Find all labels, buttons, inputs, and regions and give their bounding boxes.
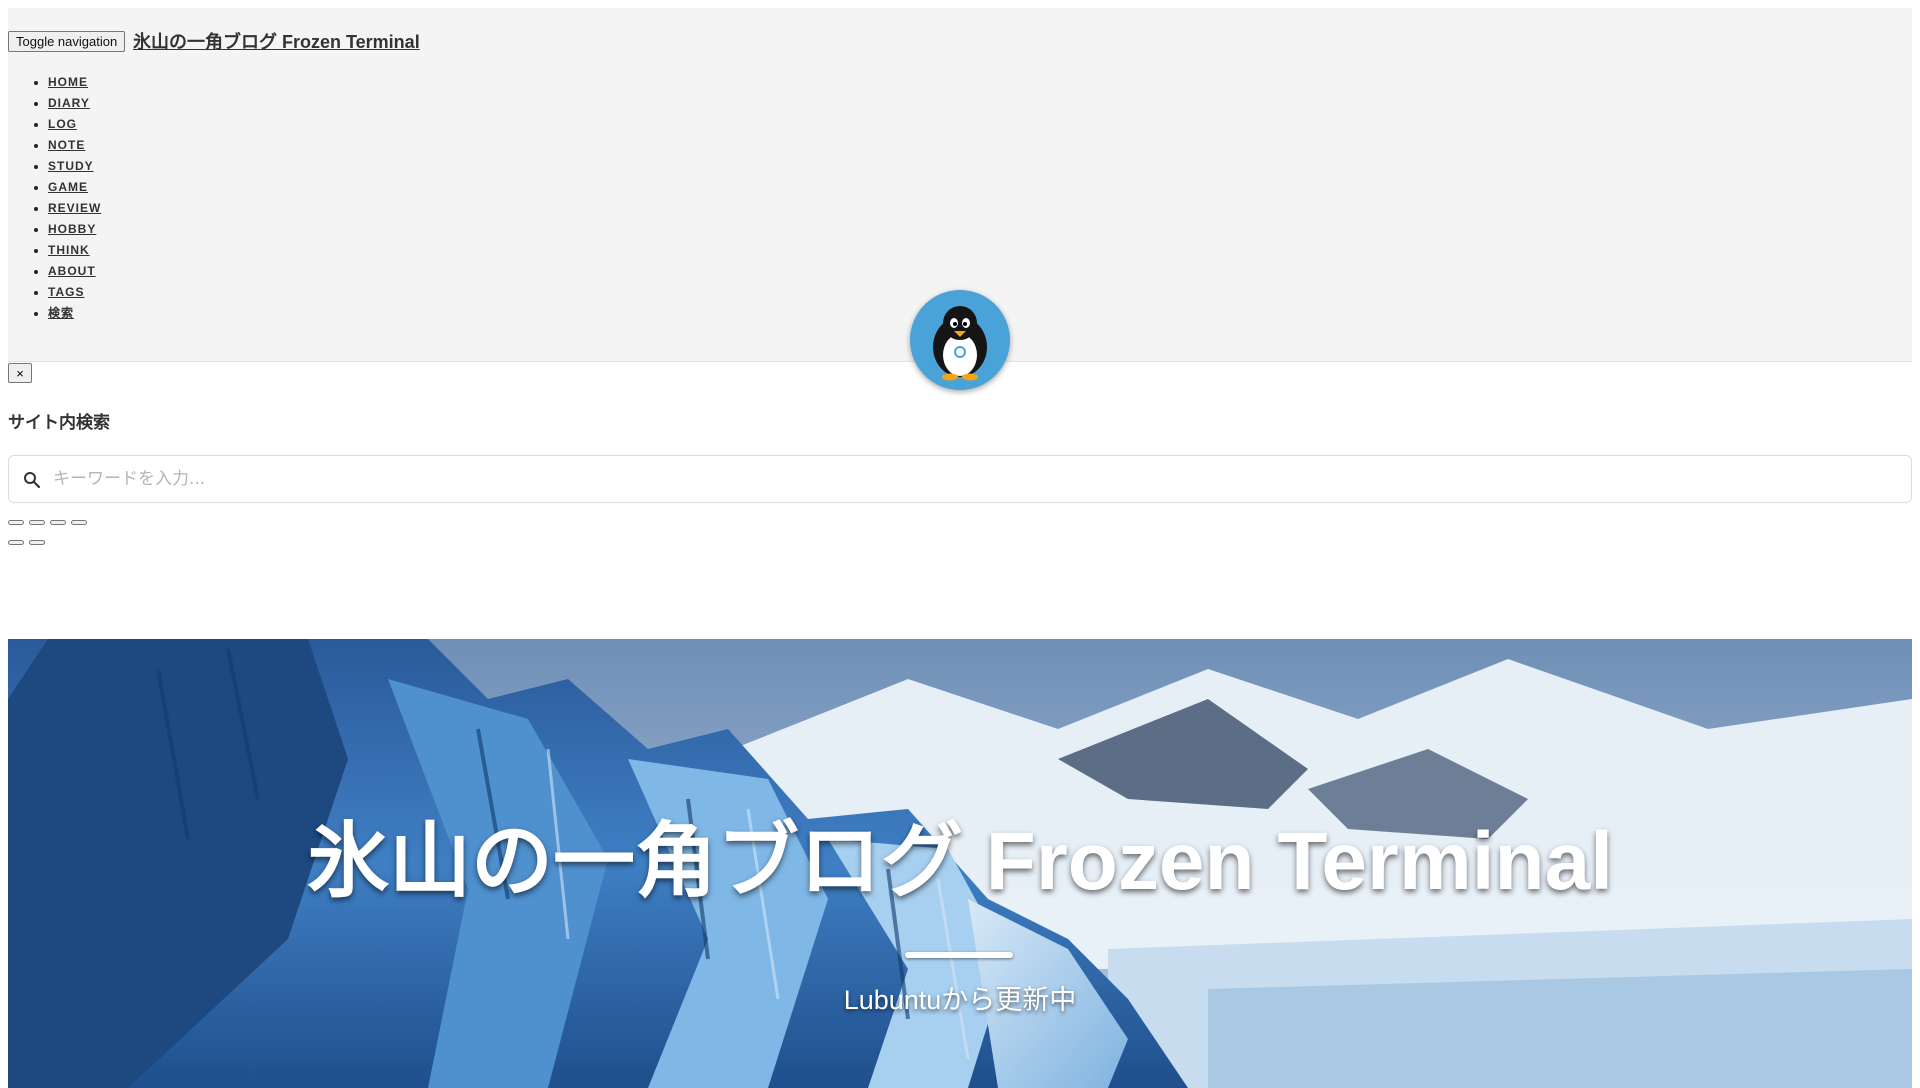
brand-link[interactable]: 氷山の一角ブログ Frozen Terminal (133, 28, 420, 54)
nav-link-think[interactable]: THINK (48, 243, 90, 257)
nav-item-search: 検索 (48, 303, 101, 324)
nav-item-note: NOTE (48, 135, 101, 156)
hero-divider (905, 952, 1013, 958)
toggle-navigation-button[interactable]: Toggle navigation (8, 31, 126, 52)
control-row-1 (8, 520, 87, 525)
small-control-button[interactable] (29, 520, 45, 525)
hero-title: 氷山の一角ブログ Frozen Terminal (306, 816, 1614, 907)
small-control-button[interactable] (8, 540, 24, 545)
search-title: サイト内検索 (8, 413, 110, 432)
page: Toggle navigation 氷山の一角ブログ Frozen Termin… (8, 8, 1912, 1088)
nav-item-game: GAME (48, 177, 101, 198)
nav-link-search[interactable]: 検索 (48, 306, 74, 320)
nav-item-think: THINK (48, 240, 101, 261)
penguin-icon (933, 306, 987, 381)
nav-item-hobby: HOBBY (48, 219, 101, 240)
nav-link-study[interactable]: STUDY (48, 159, 94, 173)
nav-link-game[interactable]: GAME (48, 180, 88, 194)
nav-link-diary[interactable]: DIARY (48, 96, 90, 110)
nav-item-tags: TAGS (48, 282, 101, 303)
nav-link-review[interactable]: REVIEW (48, 201, 101, 215)
search-icon (24, 472, 41, 489)
close-search-button[interactable]: × (8, 363, 32, 383)
hero-banner: 氷山の一角ブログ Frozen Terminal Lubuntuから更新中 (8, 639, 1912, 1088)
nav-link-about[interactable]: ABOUT (48, 264, 96, 278)
small-control-button[interactable] (50, 520, 66, 525)
nav-link-home[interactable]: HOME (48, 75, 88, 89)
nav-menu: HOME DIARY LOG NOTE STUDY GAME REVIEW HO… (8, 72, 101, 324)
nav-item-diary: DIARY (48, 93, 101, 114)
hero-subtitle: Lubuntuから更新中 (843, 985, 1077, 1015)
search-box (8, 455, 1912, 503)
nav-link-tags[interactable]: TAGS (48, 285, 84, 299)
control-row-2 (8, 540, 45, 545)
small-control-button[interactable] (8, 520, 24, 525)
nav-item-home: HOME (48, 72, 101, 93)
nav-link-log[interactable]: LOG (48, 117, 77, 131)
search-input[interactable] (53, 456, 1893, 502)
small-control-button[interactable] (71, 520, 87, 525)
nav-item-review: REVIEW (48, 198, 101, 219)
nav-link-hobby[interactable]: HOBBY (48, 222, 96, 236)
nav-item-log: LOG (48, 114, 101, 135)
nav-link-note[interactable]: NOTE (48, 138, 85, 152)
nav-item-about: ABOUT (48, 261, 101, 282)
nav-item-study: STUDY (48, 156, 101, 177)
small-control-button[interactable] (29, 540, 45, 545)
avatar[interactable] (910, 290, 1010, 390)
